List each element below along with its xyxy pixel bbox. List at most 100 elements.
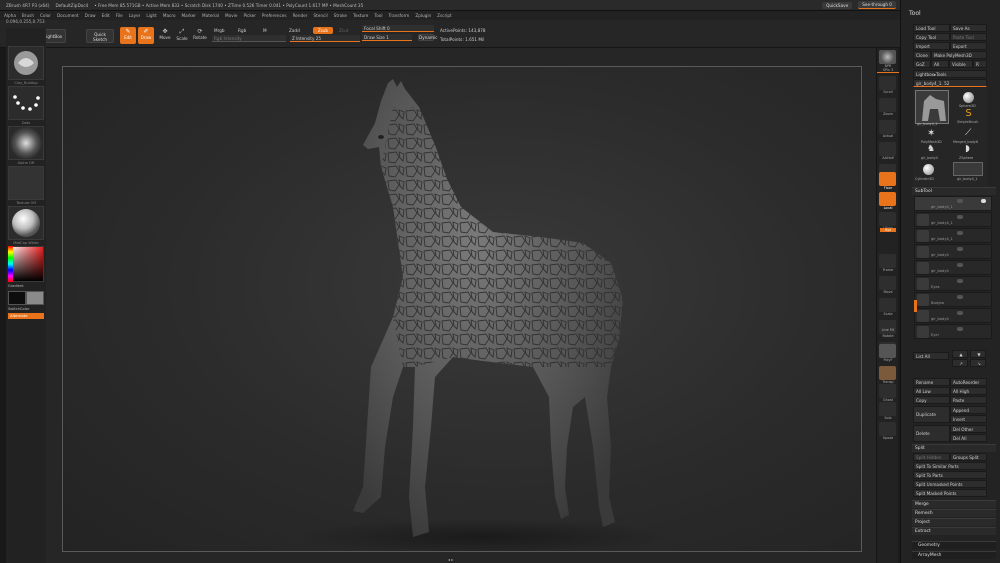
subtool-row[interactable]: gir_body4 [914, 308, 992, 323]
scroll-button[interactable] [879, 76, 896, 90]
gir-body-thumb-icon[interactable] [953, 162, 983, 176]
menu-material[interactable]: Material [202, 13, 219, 18]
menu-macro[interactable]: Macro [163, 13, 176, 18]
spix-slider[interactable]: SPix 3 [877, 68, 899, 73]
zoom-button[interactable] [879, 98, 896, 112]
menu-edit[interactable]: Edit [102, 13, 110, 18]
draw-button[interactable]: ✐ Draw [138, 27, 154, 44]
transp-button[interactable] [879, 366, 896, 380]
save-as-button[interactable]: Save As [950, 24, 987, 32]
extract-header[interactable]: Extract [912, 527, 996, 535]
tool-thumb-current[interactable] [915, 90, 949, 124]
visibility-toggle[interactable] [957, 311, 963, 315]
copy-button[interactable]: Copy [913, 396, 950, 404]
z-intensity-slider[interactable]: Z Intensity 25 [290, 35, 360, 42]
copy-tool-button[interactable]: Copy Tool [913, 33, 950, 41]
goz-button[interactable]: GoZ [913, 60, 931, 68]
m-button[interactable]: M [263, 28, 267, 33]
insert-button[interactable]: Insert [950, 415, 987, 423]
subtool-row[interactable]: gir_body4 [914, 260, 992, 275]
all-high-button[interactable]: All High [950, 387, 987, 395]
move-up-button[interactable]: ↗ [952, 359, 968, 367]
tool-panel-title[interactable]: Tool [901, 8, 1000, 20]
del-all-button[interactable]: Del All [950, 434, 987, 442]
all-low-button[interactable]: All Low [913, 387, 950, 395]
split-parts-button[interactable]: Split To Parts [913, 471, 987, 479]
draw-size-slider[interactable]: Draw Size 1 [362, 34, 412, 41]
xyz-button[interactable]: Xyz [880, 228, 896, 232]
menu-zscript[interactable]: Zscript [437, 13, 452, 18]
bpr-button[interactable] [879, 50, 896, 64]
current-tool-slider[interactable]: gir_body4_1. 52 [913, 79, 987, 87]
visibility-toggle[interactable] [957, 327, 963, 331]
alpha-thumbnail[interactable] [8, 126, 44, 160]
zsub-button[interactable]: Zsub [313, 27, 333, 34]
eye-icon[interactable] [981, 199, 986, 203]
frame-button[interactable] [879, 254, 896, 268]
load-tool-button[interactable]: Load Tool [913, 24, 950, 32]
cylinder3d-icon[interactable] [923, 164, 934, 175]
zsphere-icon[interactable]: ◗ [965, 144, 970, 154]
visibility-toggle[interactable] [957, 199, 963, 203]
menu-tool[interactable]: Tool [374, 13, 382, 18]
arrow-down-button[interactable]: ▼ [970, 350, 986, 358]
geometry-header[interactable]: Geometry [912, 541, 996, 549]
local-button[interactable] [879, 192, 896, 206]
paste-tool-button[interactable]: Paste Tool [950, 33, 987, 41]
split-header[interactable]: Split [912, 444, 996, 452]
make-polymesh-button[interactable]: Make PolyMesh3D [931, 51, 987, 59]
menu-movie[interactable]: Movie [225, 13, 237, 18]
remesh-header[interactable]: Remesh [912, 509, 996, 517]
document-name[interactable]: DefaultZipDoc4 [55, 3, 88, 8]
subtool-scrollbar[interactable] [914, 300, 917, 312]
quicksave-button[interactable]: QuickSave [822, 1, 853, 9]
menu-light[interactable]: Light [146, 13, 156, 18]
rgb-intensity-slider[interactable]: Rgb Intensity [212, 35, 286, 42]
subtool-row[interactable]: gir_body4 [914, 244, 992, 259]
groups-split-button[interactable]: Groups Split [950, 453, 987, 461]
xpose-button[interactable] [879, 422, 896, 436]
visibility-toggle[interactable] [957, 215, 963, 219]
import-button[interactable]: Import [913, 42, 950, 50]
merge-header[interactable]: Merge [912, 500, 996, 508]
switch-color-button[interactable]: SwitchColor [8, 307, 44, 311]
visibility-toggle[interactable] [957, 295, 963, 299]
polyf-button[interactable] [879, 344, 896, 358]
clone-button[interactable]: Clone [913, 51, 931, 59]
polymesh3d-icon[interactable]: ✶ [927, 128, 935, 139]
move-down-button[interactable]: ↘ [970, 359, 986, 367]
move-view-button[interactable] [879, 276, 896, 290]
hue-strip[interactable] [8, 246, 13, 282]
export-button[interactable]: Export [950, 42, 987, 50]
scale-button[interactable]: ⤢ Scale [175, 28, 189, 41]
texture-thumbnail[interactable] [8, 166, 44, 200]
subtool-header[interactable]: SubTool [912, 187, 996, 195]
menu-color[interactable]: Color [40, 13, 51, 18]
color-picker[interactable] [8, 246, 44, 282]
split-hidden-button[interactable]: Split Hidden [913, 453, 950, 461]
duplicate-button[interactable]: Duplicate [913, 406, 950, 423]
zadd-button[interactable]: Zadd [289, 28, 300, 33]
menu-draw[interactable]: Draw [85, 13, 96, 18]
actual-button[interactable] [879, 120, 896, 134]
visibility-toggle[interactable] [957, 263, 963, 267]
split-unmasked-button[interactable]: Split Unmasked Points [913, 480, 987, 488]
rotate-button[interactable]: ⟳ Rotate [193, 28, 207, 40]
r-button[interactable]: R [973, 60, 987, 68]
del-other-button[interactable]: Del Other [950, 425, 987, 433]
menu-stencil[interactable]: Stencil [313, 13, 327, 18]
visible-button[interactable]: Visible [949, 60, 973, 68]
mrgb-button[interactable]: Mrgb [214, 28, 225, 33]
menu-alpha[interactable]: Alpha [4, 13, 16, 18]
stroke-thumbnail[interactable] [8, 86, 44, 120]
subtool-row[interactable]: Bodylw [914, 292, 992, 307]
document-canvas[interactable] [62, 66, 862, 552]
menu-document[interactable]: Document [57, 13, 79, 18]
subtool-row[interactable]: gir_body4_1 [914, 228, 992, 243]
menu-stroke[interactable]: Stroke [334, 13, 347, 18]
brush-thumbnail[interactable] [8, 46, 44, 80]
menu-picker[interactable]: Picker [243, 13, 255, 18]
list-all-button[interactable]: List All [913, 352, 949, 360]
quick-sketch-button[interactable]: Quick Sketch [86, 29, 114, 43]
menu-marker[interactable]: Marker [182, 13, 196, 18]
